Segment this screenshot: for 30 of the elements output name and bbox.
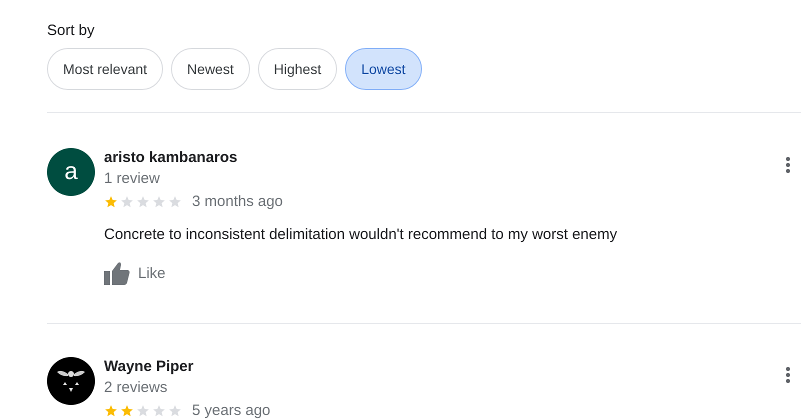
empty-star-icon xyxy=(136,404,150,418)
reviewer-name[interactable]: aristo kambanaros xyxy=(104,148,618,167)
review-time: 5 years ago xyxy=(192,402,270,419)
empty-star-icon xyxy=(120,195,134,209)
sort-label: Sort by xyxy=(47,22,96,41)
filled-star-icon xyxy=(104,195,118,209)
review-time: 3 months ago xyxy=(192,193,283,211)
avatar-letter: a xyxy=(64,158,78,186)
empty-star-icon xyxy=(136,195,150,209)
sort-chip[interactable]: Lowest xyxy=(345,48,422,90)
review-count: 2 reviews xyxy=(104,378,168,398)
empty-star-icon xyxy=(168,195,182,209)
thumbs-up-icon xyxy=(104,261,130,285)
more-options-icon xyxy=(786,157,790,173)
empty-star-icon xyxy=(152,195,166,209)
more-options-button[interactable] xyxy=(786,157,790,173)
empty-star-icon xyxy=(152,404,166,418)
more-options-button[interactable] xyxy=(786,367,790,383)
more-options-icon xyxy=(786,367,790,383)
filled-star-icon xyxy=(104,404,118,418)
like-button[interactable]: Like xyxy=(104,261,166,285)
sort-chip[interactable]: Most relevant xyxy=(47,48,164,90)
filled-star-icon xyxy=(120,404,134,418)
sort-chip[interactable]: Highest xyxy=(258,48,338,90)
review-count: 1 review xyxy=(104,169,161,189)
sort-chip[interactable]: Newest xyxy=(171,48,250,90)
empty-star-icon xyxy=(168,404,182,418)
reviewer-name[interactable]: Wayne Piper xyxy=(104,357,270,376)
review-text: Concrete to inconsistent delimitation wouldn't recommend to my worst enemy xyxy=(104,225,618,245)
winged-emblem-icon xyxy=(56,368,86,394)
